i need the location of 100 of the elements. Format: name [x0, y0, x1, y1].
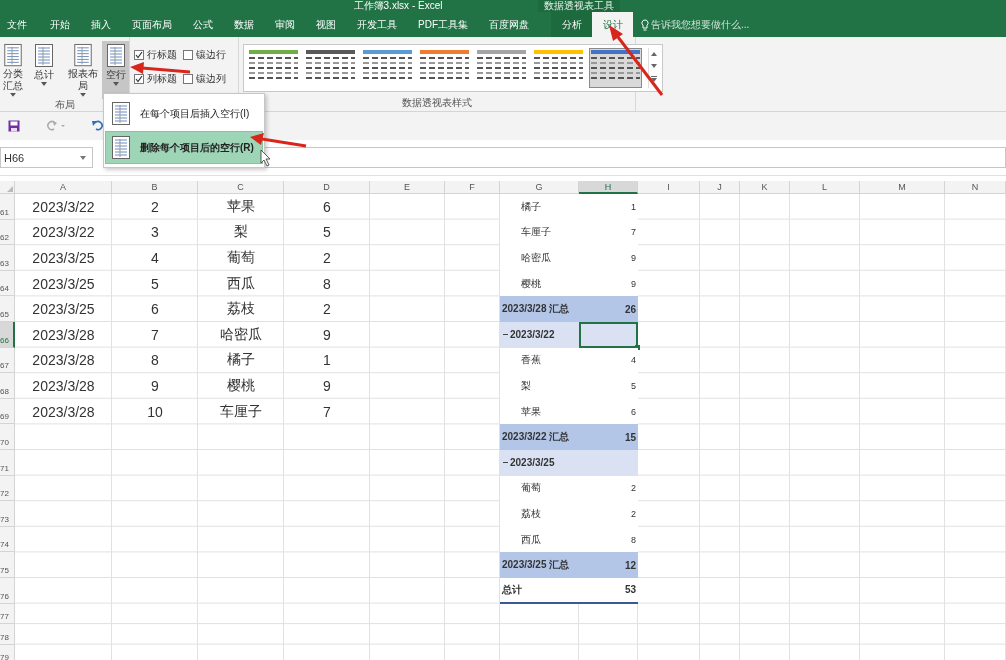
row-header[interactable]: 69 — [0, 398, 15, 425]
row-header[interactable]: 77 — [0, 603, 15, 624]
scroll-down-icon[interactable] — [651, 64, 657, 68]
column-header[interactable]: G — [500, 181, 579, 194]
save-icon[interactable] — [8, 120, 20, 132]
ribbon-button[interactable]: 总计 — [30, 41, 58, 99]
pivot-row-label: 2023/3/25 — [510, 457, 555, 469]
ribbon-button[interactable]: 分类汇总 — [0, 41, 27, 99]
row-header[interactable]: 68 — [0, 373, 15, 399]
column-header[interactable]: J — [700, 181, 740, 194]
ribbon-tab[interactable]: 数据 — [223, 12, 264, 37]
pivot-row-label: 总计 — [500, 577, 579, 604]
pivot-row-label: 荔枝 — [500, 501, 579, 527]
table-cell-text: 苹果 — [226, 196, 256, 216]
collapse-icon[interactable] — [503, 332, 508, 338]
ribbon-tab[interactable]: 百度网盘 — [478, 12, 539, 37]
table-cell-text: 梨 — [233, 222, 249, 242]
table-layout-icon — [71, 43, 94, 69]
menu-item[interactable]: 在每个项目后插入空行(I) — [105, 97, 263, 130]
menu-item[interactable]: 删除每个项目后的空行(R) — [105, 131, 263, 164]
ribbon-tab[interactable]: 审阅 — [264, 12, 305, 37]
style-swatch[interactable] — [589, 48, 642, 88]
row-header[interactable]: 65 — [0, 296, 15, 322]
ribbon-tab[interactable]: 开始 — [37, 12, 80, 37]
pivot-row-label: 樱桃 — [500, 270, 579, 297]
pivot-value: 9 — [579, 245, 638, 271]
ribbon-button[interactable]: 空行 — [102, 41, 129, 99]
column-header[interactable]: F — [445, 181, 500, 194]
row-header[interactable]: 66 — [0, 321, 15, 348]
ribbon-button[interactable]: 报表布局 — [67, 41, 99, 99]
table-cell-text: 2 — [150, 197, 160, 217]
ribbon-tab[interactable]: 页面布局 — [121, 12, 182, 37]
pivot-row-label: 葡萄 — [500, 475, 579, 502]
row-header[interactable]: 75 — [0, 552, 15, 578]
pivot-value: 7 — [579, 219, 638, 246]
caret-icon — [41, 82, 48, 86]
column-header[interactable]: I — [638, 181, 700, 194]
ribbon-tab[interactable]: 视图 — [305, 12, 346, 37]
caret-icon — [79, 93, 86, 97]
column-header[interactable]: A — [15, 181, 112, 194]
checkbox[interactable] — [183, 74, 193, 84]
lightbulb-icon — [641, 18, 649, 31]
menu-item-label: 在每个项目后插入空行(I) — [140, 106, 250, 121]
column-header[interactable]: K — [740, 181, 790, 194]
table-rows-icon — [110, 100, 132, 127]
pivot-value: 26 — [579, 296, 638, 322]
undo-icon[interactable] — [92, 120, 104, 132]
row-header[interactable]: 76 — [0, 577, 15, 604]
window-title: 工作簿3.xlsx - Excel — [353, 0, 443, 12]
ribbon-tab[interactable]: 公式 — [182, 12, 223, 37]
table-cell-text: 7 — [150, 325, 160, 345]
row-header[interactable]: 70 — [0, 424, 15, 450]
column-header[interactable]: E — [370, 181, 445, 194]
row-header[interactable]: 78 — [0, 624, 15, 645]
collapse-icon[interactable] — [503, 460, 508, 466]
ribbon-tab[interactable]: 文件 — [0, 12, 37, 37]
column-header[interactable]: M — [860, 181, 945, 194]
row-header[interactable]: 64 — [0, 270, 15, 297]
ribbon-tab[interactable]: 分析 — [551, 12, 592, 37]
table-cell-text: 9 — [322, 325, 332, 345]
checkbox[interactable] — [183, 50, 193, 60]
pivot-value: 9 — [579, 270, 638, 297]
pivot-group-header[interactable]: 2023/3/22 — [500, 321, 579, 348]
row-header[interactable]: 72 — [0, 475, 15, 502]
row-header[interactable]: 71 — [0, 449, 15, 476]
ribbon-tab[interactable]: PDF工具集 — [407, 12, 478, 37]
pivot-value: 5 — [579, 373, 638, 399]
row-header[interactable]: 74 — [0, 526, 15, 553]
search-field[interactable]: 告诉我您想要做什么... — [651, 19, 781, 30]
column-header[interactable]: B — [112, 181, 198, 194]
ribbon-tab[interactable]: 开发工具 — [346, 12, 407, 37]
name-box[interactable]: H66 — [0, 147, 93, 168]
ribbon-tab[interactable]: 插入 — [80, 12, 121, 37]
checkbox[interactable] — [134, 50, 144, 60]
table-cell-text: 2023/3/22 — [31, 223, 96, 243]
row-header[interactable]: 62 — [0, 219, 15, 246]
active-cell[interactable] — [579, 321, 638, 348]
pivot-value: 15 — [579, 424, 638, 450]
table-cell-text: 10 — [146, 402, 164, 422]
checkbox[interactable] — [134, 74, 144, 84]
row-header[interactable]: 63 — [0, 245, 15, 271]
column-header[interactable]: C — [198, 181, 284, 194]
column-header[interactable]: H — [579, 181, 638, 194]
group-label: 数据透视表样式 — [401, 97, 473, 110]
pivot-row-label: 2023/3/28 汇总 — [500, 296, 579, 322]
table-cell-text: 哈密瓜 — [219, 324, 263, 344]
row-header[interactable]: 73 — [0, 501, 15, 527]
row-header[interactable]: 67 — [0, 347, 15, 374]
column-header[interactable]: N — [945, 181, 1006, 194]
pivot-group-header[interactable]: 2023/3/25 — [500, 449, 638, 476]
ribbon-tab[interactable]: 设计 — [592, 12, 633, 37]
checkbox-label: 行标题 — [147, 48, 177, 62]
row-header[interactable]: 61 — [0, 194, 15, 220]
column-header[interactable]: D — [284, 181, 370, 194]
scroll-up-icon[interactable] — [651, 52, 657, 56]
table-cell-text: 4 — [150, 249, 160, 268]
more-icon[interactable] — [651, 76, 657, 82]
table-cell-text: 5 — [150, 274, 160, 294]
column-header[interactable]: L — [790, 181, 860, 194]
pivot-row-label: 橘子 — [500, 194, 579, 220]
